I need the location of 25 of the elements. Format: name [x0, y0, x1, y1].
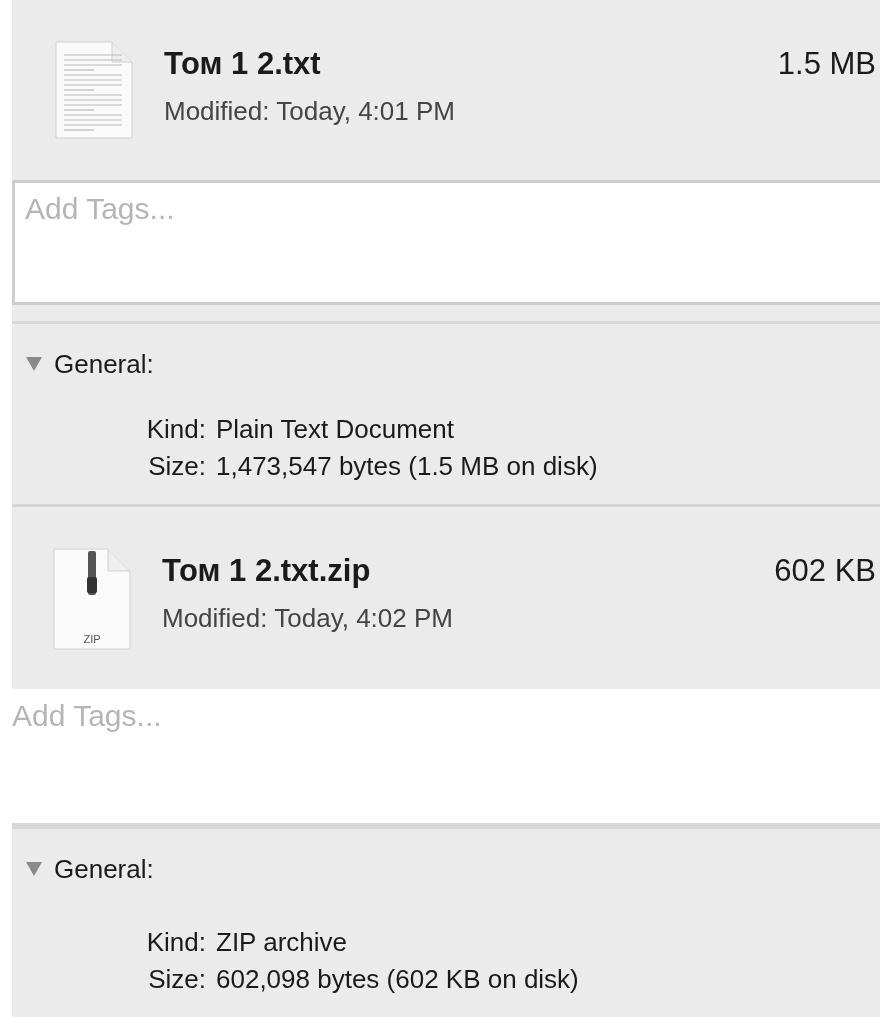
tags-field[interactable]: Add Tags...	[12, 180, 880, 305]
section-title: General:	[54, 853, 154, 885]
info-value: ZIP archive	[216, 927, 348, 958]
modified-date: Modified: Today, 4:02 PM	[162, 603, 454, 634]
tags-field[interactable]: Add Tags...	[12, 689, 880, 823]
section-title: General:	[54, 348, 154, 380]
info-value: 1,473,547 bytes (1.5 MB on disk)	[216, 451, 599, 482]
general-section-toggle[interactable]: General:	[26, 344, 880, 384]
zip-file-icon	[52, 547, 132, 651]
info-label: Kind:	[145, 927, 206, 958]
file-name: Том 1 2.txt	[164, 46, 321, 82]
file-size: 602 KB	[774, 553, 876, 589]
disclosure-triangle-icon[interactable]	[26, 862, 42, 876]
info-label: Size:	[147, 451, 206, 482]
modified-date: Modified: Today, 4:01 PM	[164, 96, 456, 127]
file-type-label: ZIP	[82, 633, 102, 645]
text-document-icon	[54, 40, 134, 140]
info-value: 602,098 bytes (602 KB on disk)	[216, 964, 580, 995]
info-label: Kind:	[145, 414, 206, 445]
info-label: Size:	[147, 964, 206, 995]
general-section-toggle[interactable]: General:	[26, 849, 880, 889]
file-size: 1.5 MB	[777, 46, 876, 82]
disclosure-triangle-icon[interactable]	[26, 357, 42, 371]
info-value: Plain Text Document	[216, 414, 455, 445]
file-name: Том 1 2.txt.zip	[162, 553, 371, 589]
